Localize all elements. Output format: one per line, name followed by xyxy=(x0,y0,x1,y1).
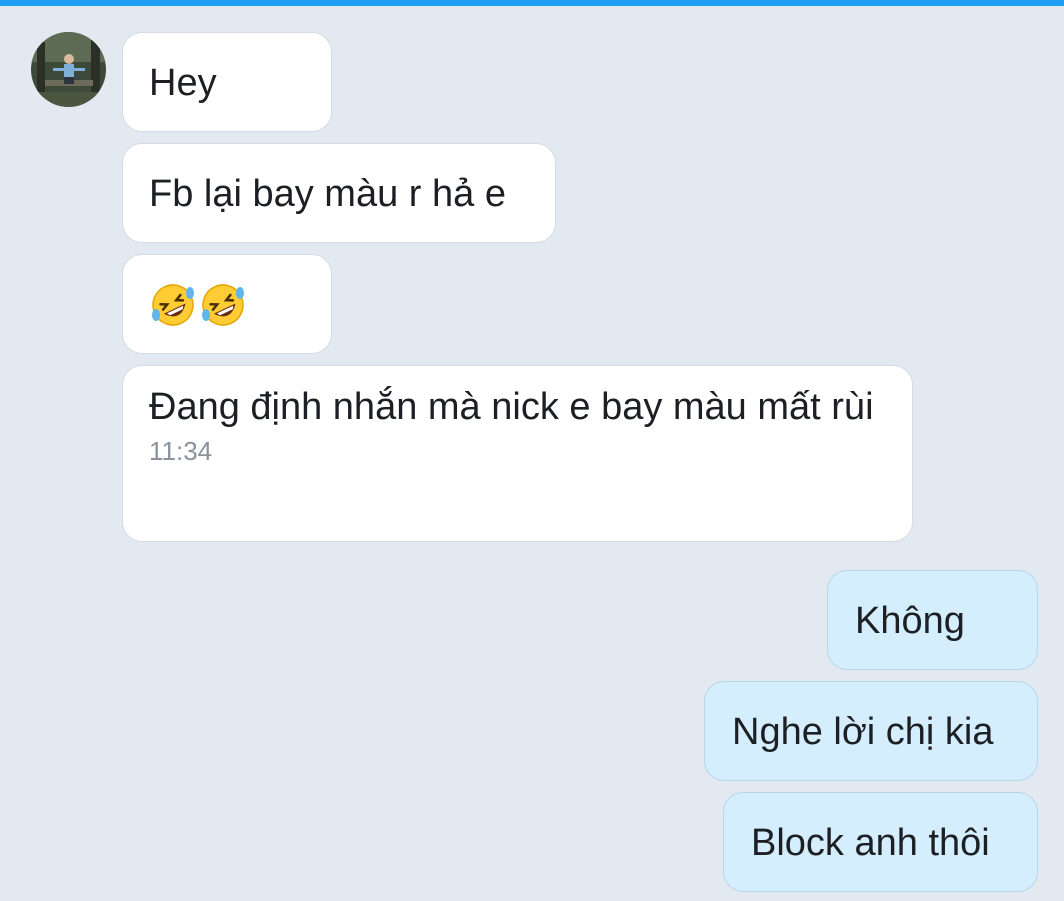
outgoing-message[interactable]: Nghe lời chị kia xyxy=(704,681,1038,781)
contact-avatar[interactable] xyxy=(31,32,106,107)
outgoing-message[interactable]: Không xyxy=(827,570,1038,670)
message-timestamp: 11:34 xyxy=(149,436,213,466)
message-text: Hey xyxy=(149,62,217,104)
message-text: Nghe lời chị kia xyxy=(732,711,994,753)
incoming-message[interactable]: Đang định nhắn mà nick e bay màu mất rùi… xyxy=(122,365,913,542)
message-text: Không xyxy=(855,600,965,642)
incoming-emoji-message[interactable] xyxy=(122,254,332,354)
message-text: Block anh thôi xyxy=(751,822,990,864)
incoming-message[interactable]: Hey xyxy=(122,32,332,132)
incoming-message[interactable]: Fb lại bay màu r hả e xyxy=(122,143,556,243)
rolling-on-floor-laughing-icon xyxy=(152,284,194,326)
avatar-photo-icon xyxy=(31,32,106,107)
message-text: Đang định nhắn mà nick e bay màu mất rùi xyxy=(149,386,874,428)
message-text: Fb lại bay màu r hả e xyxy=(149,173,506,215)
outgoing-message[interactable]: Block anh thôi xyxy=(723,792,1038,892)
top-accent-bar xyxy=(0,0,1064,6)
rolling-on-floor-laughing-icon xyxy=(202,284,244,326)
